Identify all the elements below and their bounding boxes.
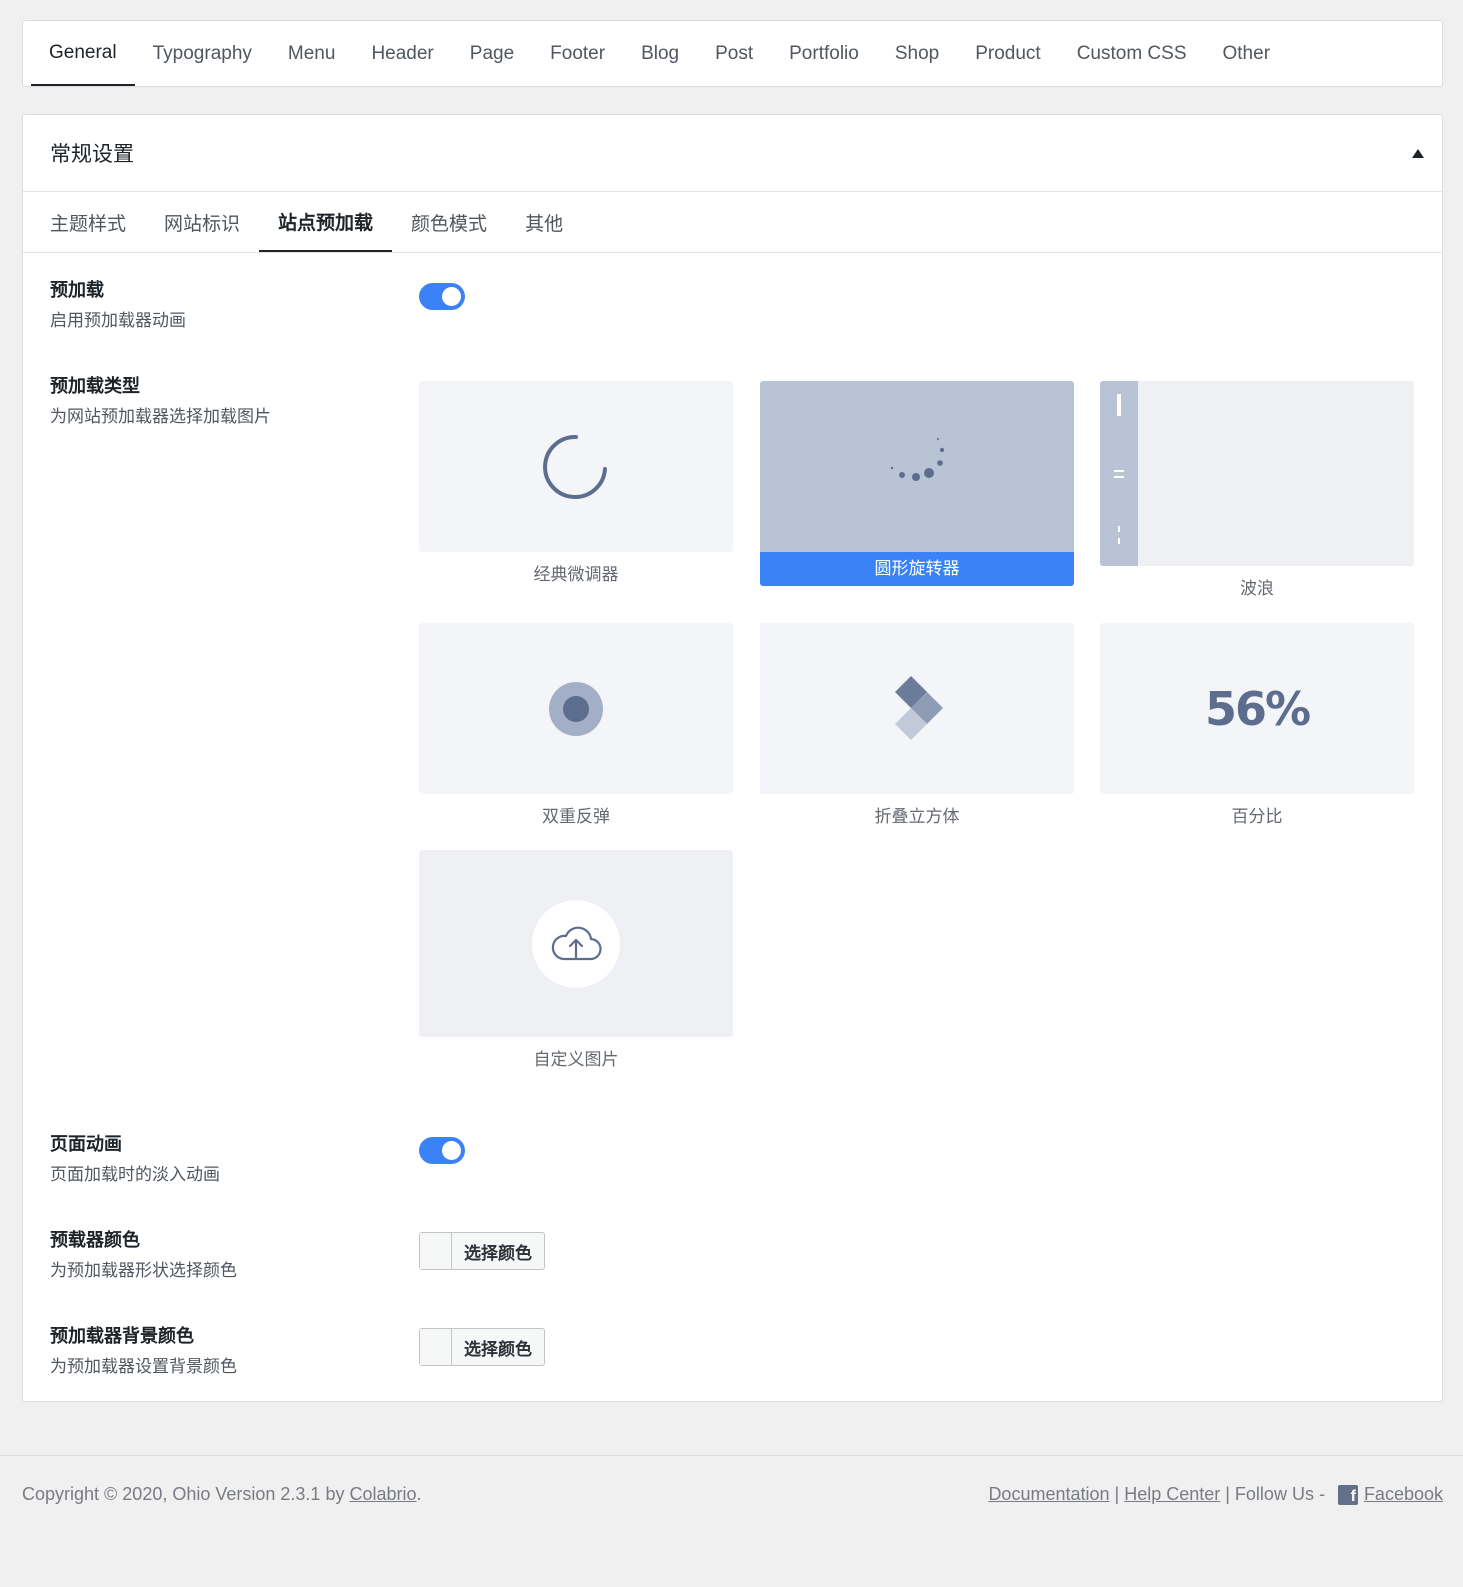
top-tabs: General Typography Menu Header Page Foot…	[22, 20, 1443, 87]
page-animation-desc: 页面加载时的淡入动画	[50, 1165, 220, 1185]
preloader-toggle[interactable]	[419, 283, 465, 310]
tab-portfolio[interactable]: Portfolio	[771, 21, 877, 86]
upload-button[interactable]	[532, 899, 620, 988]
color-swatch	[420, 1329, 452, 1365]
preloader-option: 预加载 启用预加载器动画	[50, 279, 186, 333]
tab-shop[interactable]: Shop	[877, 21, 957, 86]
link-separator: |	[1109, 1484, 1125, 1504]
subtab-site-identity[interactable]: 网站标识	[145, 192, 259, 252]
tab-page[interactable]: Page	[452, 21, 532, 86]
preloader-bg-color-title: 预加载器背景颜色	[50, 1326, 194, 1347]
preloader-color-picker-button[interactable]: 选择颜色	[419, 1232, 545, 1270]
toggle-knob	[442, 287, 461, 306]
preloader-choice-classic-spinner[interactable]: 经典微调器	[419, 381, 733, 585]
help-center-link[interactable]: Help Center	[1124, 1484, 1220, 1505]
tab-blog[interactable]: Blog	[623, 21, 697, 86]
preloader-choice-double-bounce[interactable]: 双重反弹	[419, 623, 733, 827]
subtab-color-mode[interactable]: 颜色模式	[392, 192, 506, 252]
custom-image-preview	[419, 850, 733, 1037]
color-swatch	[420, 1233, 452, 1269]
select-color-label: 选择颜色	[464, 1339, 532, 1360]
wave-line	[1114, 470, 1124, 472]
percentage-preview: 56%	[1100, 623, 1414, 794]
preloader-choice-folding-cube[interactable]: 折叠立方体	[760, 623, 1074, 827]
classic-spinner-icon	[543, 434, 607, 499]
collapse-arrow-icon[interactable]	[1412, 148, 1424, 158]
choice-label: 波浪	[1240, 579, 1274, 599]
double-bounce-icon	[549, 681, 603, 736]
footer-links: Documentation | Help Center | Follow Us …	[988, 1484, 1443, 1505]
panel-title: 常规设置	[50, 142, 134, 166]
tab-custom-css[interactable]: Custom CSS	[1059, 21, 1205, 86]
tab-typography[interactable]: Typography	[135, 21, 270, 86]
folding-cube-preview	[760, 623, 1074, 794]
documentation-link[interactable]: Documentation	[988, 1484, 1109, 1505]
tab-product[interactable]: Product	[957, 21, 1058, 86]
wave-line	[1118, 526, 1120, 532]
preloader-choice-custom-image[interactable]: 自定义图片	[419, 850, 733, 1070]
preloader-bg-color-option: 预加载器背景颜色 为预加载器设置背景颜色	[50, 1325, 237, 1379]
preloader-color-option: 预载器颜色 为预加载器形状选择颜色	[50, 1229, 237, 1283]
preloader-color-desc: 为预加载器形状选择颜色	[50, 1261, 237, 1281]
choice-label: 双重反弹	[542, 807, 610, 827]
subtab-other[interactable]: 其他	[506, 192, 582, 252]
page-animation-toggle[interactable]	[419, 1137, 465, 1164]
preloader-type-desc: 为网站预加载器选择加载图片	[50, 407, 271, 427]
choice-label: 折叠立方体	[874, 807, 960, 827]
wave-line	[1118, 538, 1120, 544]
tab-other[interactable]: Other	[1205, 21, 1289, 86]
subtab-preloader[interactable]: 站点预加载	[259, 192, 393, 252]
wave-bar-icon	[1100, 381, 1138, 566]
page-animation-option: 页面动画 页面加载时的淡入动画	[50, 1133, 220, 1187]
copyright-text: Copyright © 2020, Ohio Version 2.3.1 by	[22, 1484, 350, 1504]
preloader-desc: 启用预加载器动画	[50, 311, 186, 331]
percentage-sample-text: 56%	[1204, 681, 1311, 736]
panel-header[interactable]: 常规设置	[23, 115, 1442, 192]
circle-rotator-icon	[890, 437, 945, 481]
preloader-type-option: 预加载类型 为网站预加载器选择加载图片	[50, 375, 271, 429]
select-color-label: 选择颜色	[464, 1243, 532, 1264]
cloud-upload-icon	[551, 926, 602, 960]
choice-label: 百分比	[1231, 807, 1283, 827]
subtab-theme-style[interactable]: 主题样式	[31, 192, 145, 252]
preloader-bg-color-desc: 为预加载器设置背景颜色	[50, 1357, 237, 1377]
footer-copyright: Copyright © 2020, Ohio Version 2.3.1 by …	[22, 1484, 422, 1505]
toggle-knob	[442, 1141, 461, 1160]
preloader-bg-color-picker-button[interactable]: 选择颜色	[419, 1328, 545, 1366]
tab-header[interactable]: Header	[353, 21, 451, 86]
footer-divider	[0, 1455, 1463, 1456]
copyright-period: .	[416, 1484, 422, 1504]
wave-line	[1114, 476, 1124, 478]
preloader-choice-percentage[interactable]: 56% 百分比	[1100, 623, 1414, 827]
classic-spinner-preview	[419, 381, 733, 552]
double-bounce-preview	[419, 623, 733, 794]
circle-rotator-preview	[760, 381, 1074, 552]
preloader-color-title: 预载器颜色	[50, 1230, 140, 1251]
sub-tabs: 主题样式 网站标识 站点预加载 颜色模式 其他	[23, 192, 1442, 253]
facebook-link[interactable]: Facebook	[1364, 1484, 1443, 1505]
page-animation-title: 页面动画	[50, 1134, 122, 1155]
tab-general[interactable]: General	[31, 21, 135, 86]
facebook-icon[interactable]: f	[1337, 1484, 1358, 1505]
follow-us-text: | Follow Us -	[1220, 1484, 1330, 1504]
colabrio-link[interactable]: Colabrio	[349, 1484, 416, 1504]
preloader-type-title: 预加载类型	[50, 376, 140, 397]
preloader-title: 预加载	[50, 280, 104, 301]
general-settings-panel: 常规设置 主题样式 网站标识 站点预加载 颜色模式 其他 预加载 启用预加载器动…	[22, 114, 1443, 1402]
tab-post[interactable]: Post	[697, 21, 771, 86]
wave-line	[1117, 394, 1121, 416]
preloader-choice-circle-rotator[interactable]: 圆形旋转器	[760, 381, 1074, 586]
wave-preview	[1100, 381, 1414, 566]
folding-cube-icon	[895, 675, 943, 740]
choice-label: 圆形旋转器	[760, 552, 1074, 586]
tab-menu[interactable]: Menu	[270, 21, 354, 86]
choice-label: 自定义图片	[533, 1050, 619, 1070]
preloader-choice-wave[interactable]: 波浪	[1100, 381, 1414, 599]
choice-label: 经典微调器	[533, 565, 619, 585]
tab-footer[interactable]: Footer	[532, 21, 623, 86]
